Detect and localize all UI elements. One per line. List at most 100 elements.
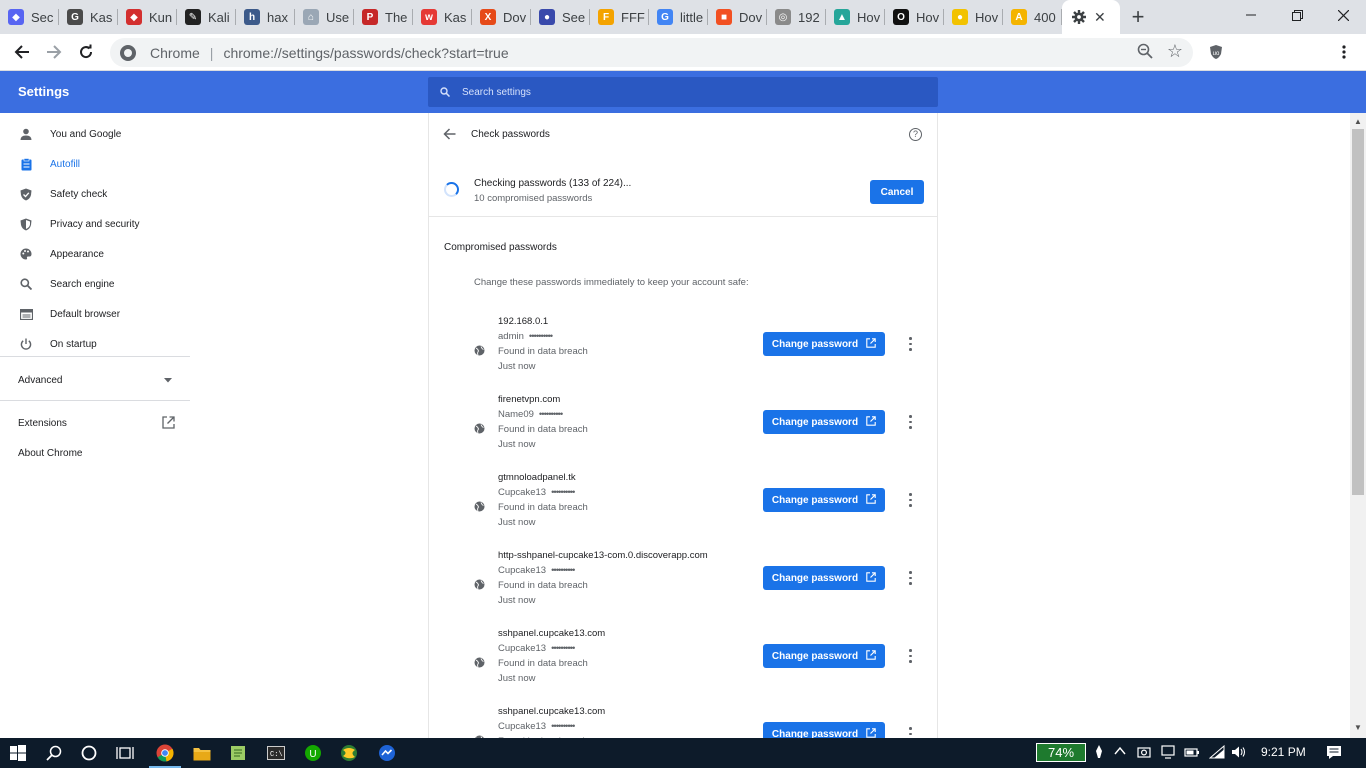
sidebar-item-safety-check[interactable]: Safety check xyxy=(0,179,190,209)
breach-reason: Found in data breach xyxy=(498,658,588,669)
username-text: Cupcake13 xyxy=(498,643,547,654)
browser-menu-button[interactable] xyxy=(1330,38,1358,66)
browser-tab[interactable]: ⌂ Use xyxy=(295,0,354,34)
notifications-icon[interactable] xyxy=(1326,745,1342,762)
close-window-button[interactable] xyxy=(1320,0,1366,30)
taskbar-messenger[interactable] xyxy=(377,743,397,763)
reload-button[interactable] xyxy=(72,38,100,66)
sidebar-item-search-engine[interactable]: Search engine xyxy=(0,269,190,299)
camera-tray-icon[interactable] xyxy=(1137,745,1151,762)
sidebar-about-chrome[interactable]: About Chrome xyxy=(18,448,82,459)
task-view-button[interactable] xyxy=(115,743,135,763)
new-tab-button[interactable]: + xyxy=(1120,0,1156,34)
tab-favicon-icon: G xyxy=(67,9,83,25)
forward-button[interactable] xyxy=(40,38,68,66)
browser-tab[interactable]: ✎ Kali xyxy=(177,0,236,34)
open-in-new-icon[interactable] xyxy=(162,416,175,429)
more-actions-icon[interactable] xyxy=(906,726,914,738)
help-icon[interactable]: ? xyxy=(909,128,922,141)
cortana-button[interactable] xyxy=(79,743,99,763)
chrome-icon xyxy=(156,744,174,762)
chevron-up-icon[interactable] xyxy=(1114,745,1126,760)
sidebar-item-autofill[interactable]: Autofill xyxy=(0,149,190,179)
terminal-icon: C:\ xyxy=(267,746,285,760)
more-actions-icon[interactable] xyxy=(906,570,914,586)
sidebar-item-privacy[interactable]: Privacy and security xyxy=(0,209,190,239)
change-password-button[interactable]: Change password xyxy=(763,722,885,738)
more-actions-icon[interactable] xyxy=(906,414,914,430)
browser-tab[interactable]: ◎ 192 xyxy=(767,0,826,34)
sidebar-item-default-browser[interactable]: Default browser xyxy=(0,299,190,329)
url-text[interactable]: chrome://settings/passwords/check?start=… xyxy=(223,45,508,61)
pen-icon[interactable] xyxy=(1094,745,1104,762)
volume-icon[interactable] xyxy=(1231,745,1247,762)
browser-tab[interactable]: O Hov xyxy=(885,0,944,34)
sidebar-extensions[interactable]: Extensions xyxy=(18,418,67,429)
change-password-button[interactable]: Change password xyxy=(763,566,885,590)
browser-tab-settings-active[interactable]: ✕ xyxy=(1062,0,1120,34)
sidebar-item-appearance[interactable]: Appearance xyxy=(0,239,190,269)
browser-tab[interactable]: ◆ Kun xyxy=(118,0,177,34)
taskbar-file-explorer[interactable] xyxy=(192,743,212,763)
sidebar-item-on-startup[interactable]: On startup xyxy=(0,329,190,359)
browser-tab[interactable]: P The xyxy=(354,0,413,34)
found-time: Just now xyxy=(498,595,536,606)
taskbar-chrome[interactable] xyxy=(149,743,181,768)
extension-button[interactable]: uo xyxy=(1202,38,1230,66)
browser-tab[interactable]: G Kas xyxy=(59,0,118,34)
browser-tab[interactable]: ● See xyxy=(531,0,590,34)
sidebar-item-you-and-google[interactable]: You and Google xyxy=(0,119,190,149)
more-actions-icon[interactable] xyxy=(906,648,914,664)
battery-indicator[interactable]: 74% xyxy=(1036,743,1086,762)
browser-tab[interactable]: A 400 xyxy=(1003,0,1062,34)
sidebar-item-label: Search engine xyxy=(50,278,115,290)
battery-tray-icon[interactable] xyxy=(1184,745,1200,762)
browser-tab[interactable]: ▲ Hov xyxy=(826,0,885,34)
bookmark-star-icon[interactable]: ☆ xyxy=(1167,41,1183,62)
tab-favicon-icon: ● xyxy=(539,9,555,25)
sidebar-advanced[interactable]: Advanced xyxy=(18,375,62,386)
scroll-down-icon[interactable]: ▼ xyxy=(1354,723,1362,732)
minimize-button[interactable] xyxy=(1228,0,1274,30)
taskbar-notes-app[interactable] xyxy=(228,743,248,763)
change-password-button[interactable]: Change password xyxy=(763,410,885,434)
monitor-tray-icon[interactable] xyxy=(1161,745,1175,762)
back-arrow-icon[interactable] xyxy=(443,127,456,145)
browser-tab[interactable]: w Kas xyxy=(413,0,472,34)
wifi-icon[interactable] xyxy=(1208,744,1225,762)
taskbar-terminal[interactable]: C:\ xyxy=(266,743,286,763)
page-scrollbar[interactable]: ▲ ▼ xyxy=(1350,113,1366,738)
restore-button[interactable] xyxy=(1274,0,1320,30)
browser-tab[interactable]: F FFF xyxy=(590,0,649,34)
change-password-button[interactable]: Change password xyxy=(763,332,885,356)
more-actions-icon[interactable] xyxy=(906,336,914,352)
taskbar-vpn-app[interactable] xyxy=(339,743,359,763)
tab-favicon-icon: F xyxy=(598,9,614,25)
more-actions-icon[interactable] xyxy=(906,492,914,508)
browser-tab[interactable]: X Dov xyxy=(472,0,531,34)
back-button[interactable] xyxy=(8,38,36,66)
taskbar-clock[interactable]: 9:21 PM xyxy=(1261,745,1306,759)
browser-tab[interactable]: ■ Dov xyxy=(708,0,767,34)
browser-tab[interactable]: h hax xyxy=(236,0,295,34)
scrollbar-thumb[interactable] xyxy=(1352,129,1364,495)
shield-icon xyxy=(19,217,33,231)
change-password-button[interactable]: Change password xyxy=(763,488,885,512)
address-bar[interactable]: Chrome | chrome://settings/passwords/che… xyxy=(110,38,1193,67)
browser-tab[interactable]: Glittle xyxy=(649,0,708,34)
taskbar-upwork[interactable]: U xyxy=(303,743,323,763)
search-settings-input[interactable]: Search settings xyxy=(428,77,938,107)
cancel-button[interactable]: Cancel xyxy=(870,180,924,204)
caret-down-icon[interactable] xyxy=(164,378,172,383)
close-tab-icon[interactable]: ✕ xyxy=(1094,9,1106,26)
username: Cupcake13 •••••••••• xyxy=(498,721,575,732)
change-password-button[interactable]: Change password xyxy=(763,644,885,668)
browser-tab[interactable]: ● Hov xyxy=(944,0,1003,34)
masked-password: •••••••••• xyxy=(551,565,575,576)
tab-title: hax xyxy=(267,9,288,25)
search-taskbar-button[interactable] xyxy=(44,743,64,763)
scroll-up-icon[interactable]: ▲ xyxy=(1354,117,1362,126)
browser-tab[interactable]: ◆ Sec xyxy=(0,0,59,34)
zoom-icon[interactable] xyxy=(1137,43,1153,62)
start-button[interactable] xyxy=(8,743,28,763)
